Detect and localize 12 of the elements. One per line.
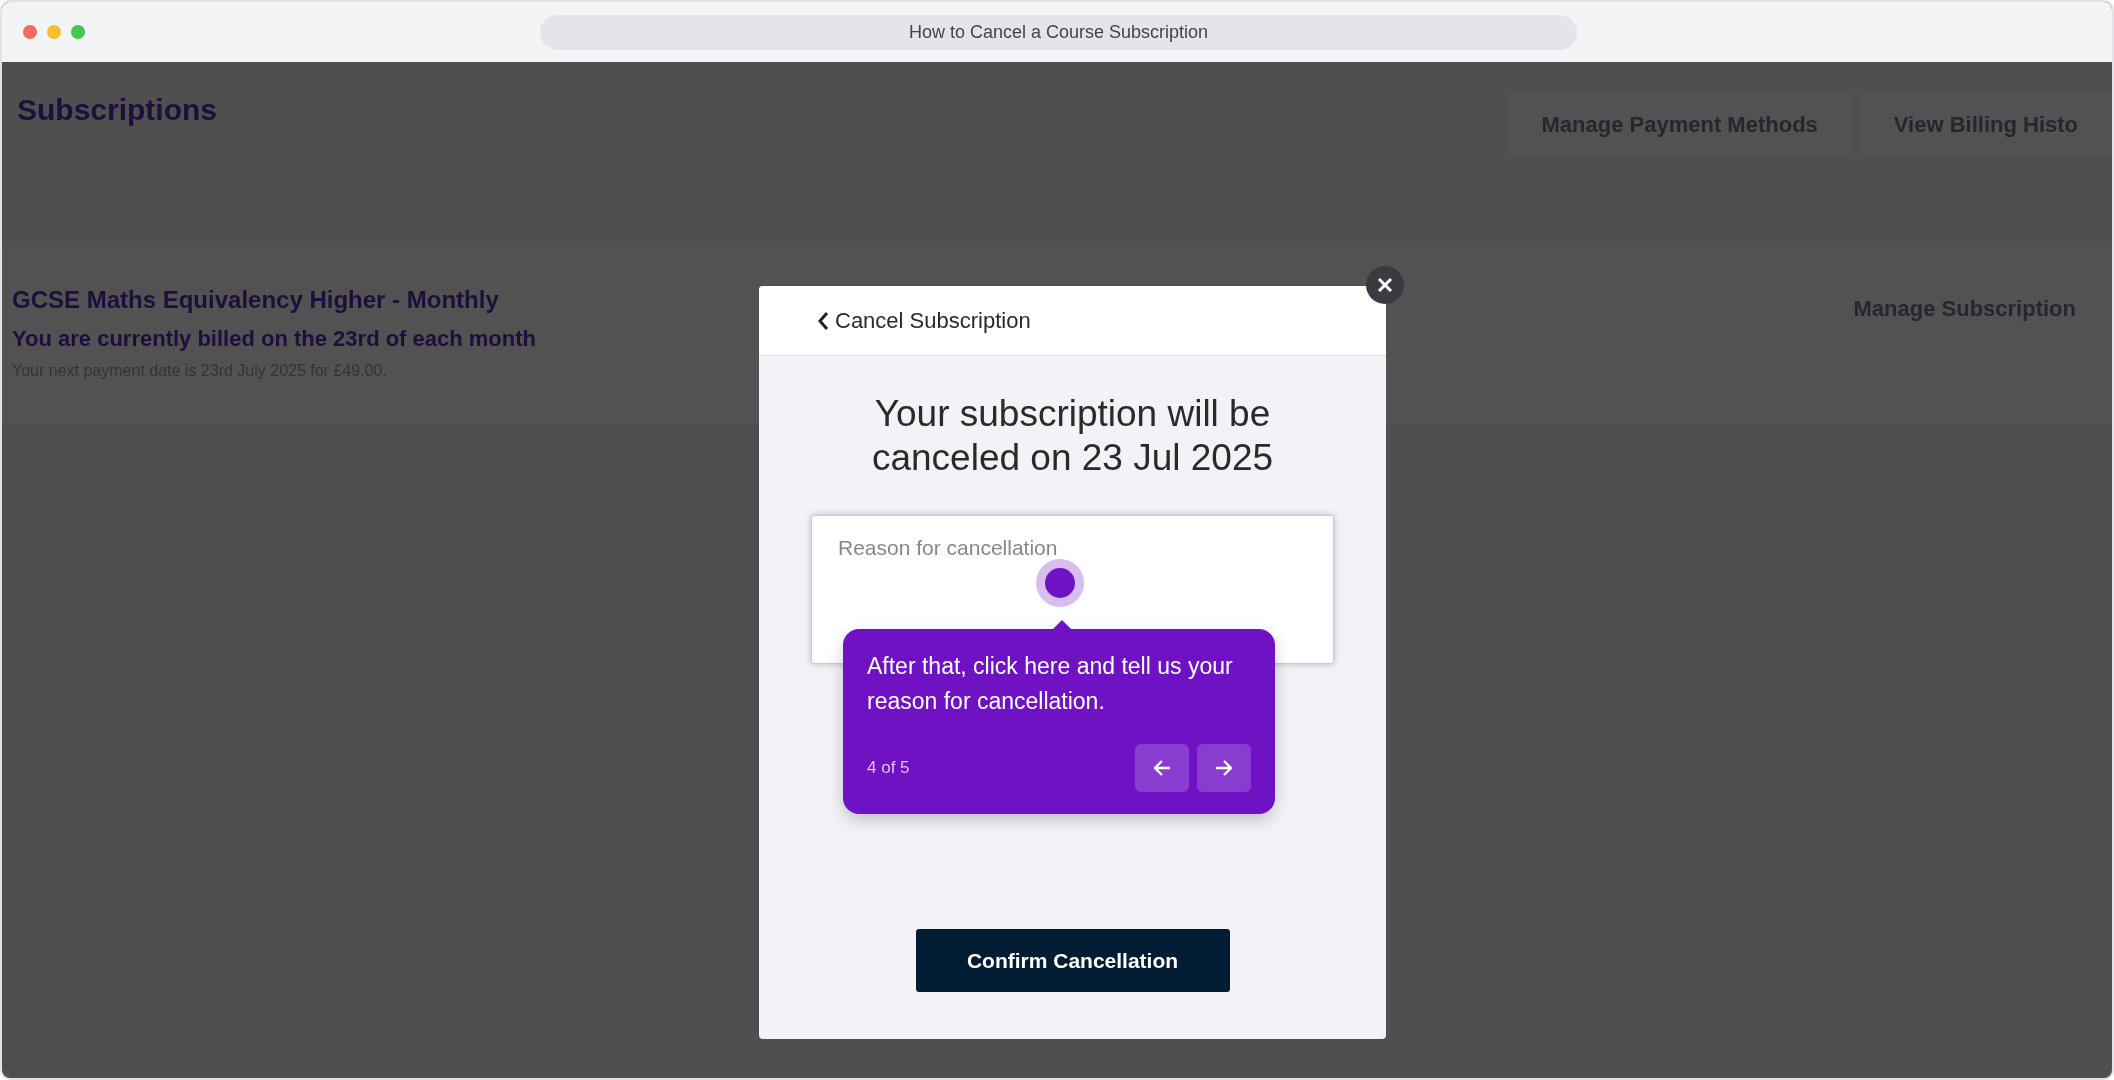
window-title: How to Cancel a Course Subscription (540, 15, 1577, 50)
cancellation-message: Your subscription will be canceled on 23 Jul 2025 (870, 392, 1275, 481)
minimize-window-dot[interactable] (47, 25, 61, 39)
page-heading: Subscriptions (17, 92, 218, 128)
step-counter: 4 of 5 (867, 757, 910, 780)
chevron-left-icon (817, 310, 829, 331)
close-window-dot[interactable] (23, 25, 37, 39)
confirm-cancellation-button[interactable]: Confirm Cancellation (915, 929, 1230, 992)
course-name: GCSE Maths Equivalency Higher - Monthly (12, 285, 500, 315)
back-button[interactable]: Cancel Subscription (817, 304, 1031, 337)
billing-info: You are currently billed on the 23rd of each month (12, 325, 536, 353)
maximize-window-dot[interactable] (71, 25, 85, 39)
